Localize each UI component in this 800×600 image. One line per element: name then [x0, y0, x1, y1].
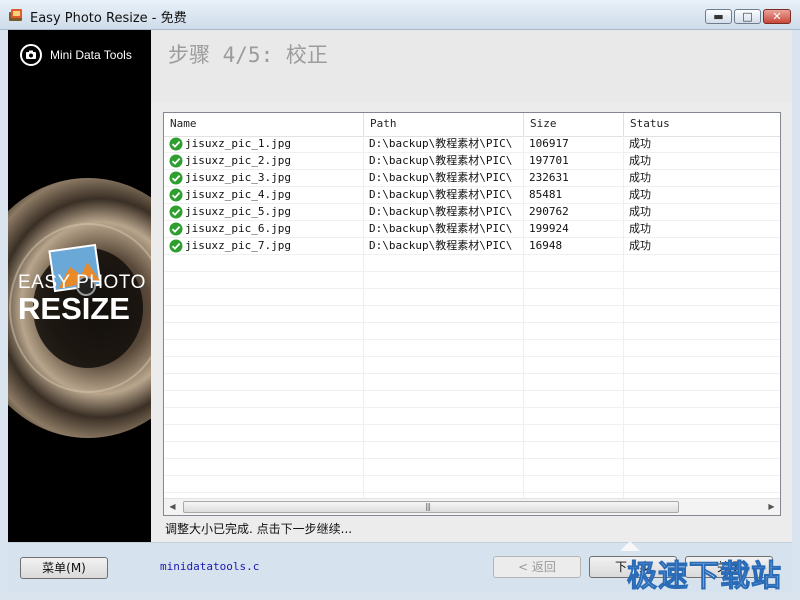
grip-icon: |||	[425, 502, 431, 511]
horizontal-scrollbar[interactable]: ◀ ||| ▶	[164, 498, 780, 515]
cell-size: 290762	[529, 205, 569, 218]
brand-panel: Mini Data Tools EASY PHOTO RESIZE	[8, 30, 151, 542]
cell-path: D:\backup\教程素材\PIC\	[369, 205, 513, 218]
cell-name: jisuxz_pic_6.jpg	[185, 222, 291, 235]
table-row[interactable]: jisuxz_pic_2.jpg D:\backup\教程素材\PIC\ 19770…	[164, 153, 780, 170]
empty-row	[164, 289, 780, 306]
table-row[interactable]: jisuxz_pic_5.jpg D:\backup\教程素材\PIC\ 29076…	[164, 204, 780, 221]
success-check-icon	[169, 222, 183, 236]
empty-row	[164, 272, 780, 289]
window-title: Easy Photo Resize - 免费	[30, 11, 187, 26]
column-header-name[interactable]: Name	[164, 113, 364, 136]
status-message: 调整大小已完成. 点击下一步继续...	[165, 522, 353, 536]
cell-name: jisuxz_pic_1.jpg	[185, 137, 291, 150]
cell-size: 106917	[529, 137, 569, 150]
empty-row	[164, 459, 780, 476]
scroll-left-icon[interactable]: ◀	[164, 499, 181, 515]
empty-row	[164, 476, 780, 493]
empty-row	[164, 374, 780, 391]
cell-size: 197701	[529, 154, 569, 167]
maximize-icon: □	[742, 10, 753, 23]
table-row[interactable]: jisuxz_pic_6.jpg D:\backup\教程素材\PIC\ 19992…	[164, 221, 780, 238]
cell-status: 成功	[629, 171, 651, 184]
title-bar: Easy Photo Resize - 免费 ▬ □ ✕	[0, 0, 800, 30]
cell-name: jisuxz_pic_5.jpg	[185, 205, 291, 218]
minimize-button[interactable]: ▬	[705, 9, 732, 24]
column-header-path[interactable]: Path	[364, 113, 524, 136]
table-row[interactable]: jisuxz_pic_1.jpg D:\backup\教程素材\PIC\ 10691…	[164, 136, 780, 153]
cell-path: D:\backup\教程素材\PIC\	[369, 222, 513, 235]
product-title: EASY PHOTO RESIZE	[18, 273, 146, 324]
success-check-icon	[169, 171, 183, 185]
cell-size: 85481	[529, 188, 563, 201]
table-row[interactable]: jisuxz_pic_7.jpg D:\backup\教程素材\PIC\ 16948…	[164, 238, 780, 255]
empty-row	[164, 255, 780, 272]
watermark: 极速下载站	[627, 559, 782, 595]
menu-button[interactable]: 菜单(M)	[20, 557, 108, 579]
scroll-right-icon[interactable]: ▶	[763, 499, 780, 515]
success-check-icon	[169, 154, 183, 168]
empty-row	[164, 357, 780, 374]
empty-row	[164, 391, 780, 408]
brand-logo: Mini Data Tools	[20, 43, 132, 67]
cell-name: jisuxz_pic_3.jpg	[185, 171, 291, 184]
success-check-icon	[169, 239, 183, 253]
step-header: 步骤 4/5: 校正	[151, 30, 792, 102]
table-header: Name Path Size Status	[164, 113, 780, 137]
table-row[interactable]: jisuxz_pic_4.jpg D:\backup\教程素材\PIC\ 85481…	[164, 187, 780, 204]
maximize-button[interactable]: □	[734, 9, 761, 24]
cell-path: D:\backup\教程素材\PIC\	[369, 171, 513, 184]
main-content: Name Path Size Status jisuxz_pic_1.jpg D:…	[151, 102, 792, 542]
cell-size: 16948	[529, 239, 563, 252]
success-check-icon	[169, 137, 183, 151]
empty-row	[164, 306, 780, 323]
camera-icon	[20, 44, 42, 66]
empty-row	[164, 442, 780, 459]
column-header-size[interactable]: Size	[524, 113, 624, 136]
results-table[interactable]: Name Path Size Status jisuxz_pic_1.jpg D:…	[163, 112, 781, 516]
product-title-line1: EASY PHOTO	[18, 272, 146, 293]
app-icon	[9, 9, 22, 21]
close-icon: ✕	[772, 10, 782, 23]
cell-status: 成功	[629, 154, 651, 167]
empty-row	[164, 408, 780, 425]
cell-path: D:\backup\教程素材\PIC\	[369, 239, 513, 252]
empty-row	[164, 425, 780, 442]
cell-status: 成功	[629, 239, 651, 252]
cell-size: 232631	[529, 171, 569, 184]
page-title: 步骤 4/5: 校正	[168, 43, 328, 67]
website-link[interactable]: minidatatools.c	[160, 560, 259, 573]
cell-path: D:\backup\教程素材\PIC\	[369, 137, 513, 150]
back-button[interactable]: < 返回	[493, 556, 581, 578]
scrollbar-thumb[interactable]: |||	[183, 501, 679, 513]
product-title-line2: RESIZE	[18, 291, 130, 326]
cell-name: jisuxz_pic_4.jpg	[185, 188, 291, 201]
cell-path: D:\backup\教程素材\PIC\	[369, 188, 513, 201]
close-window-button[interactable]: ✕	[763, 9, 791, 24]
minimize-icon: ▬	[713, 10, 724, 23]
cell-status: 成功	[629, 222, 651, 235]
cell-name: jisuxz_pic_7.jpg	[185, 239, 291, 252]
cell-name: jisuxz_pic_2.jpg	[185, 154, 291, 167]
cell-status: 成功	[629, 205, 651, 218]
table-body: jisuxz_pic_1.jpg D:\backup\教程素材\PIC\ 10691…	[164, 136, 780, 510]
cell-size: 199924	[529, 222, 569, 235]
empty-row	[164, 340, 780, 357]
table-row[interactable]: jisuxz_pic_3.jpg D:\backup\教程素材\PIC\ 23263…	[164, 170, 780, 187]
brand-name: Mini Data Tools	[50, 48, 132, 62]
cell-status: 成功	[629, 188, 651, 201]
empty-row	[164, 323, 780, 340]
cell-path: D:\backup\教程素材\PIC\	[369, 154, 513, 167]
success-check-icon	[169, 188, 183, 202]
column-header-status[interactable]: Status	[624, 113, 780, 136]
cell-status: 成功	[629, 137, 651, 150]
success-check-icon	[169, 205, 183, 219]
step-pointer	[620, 541, 640, 551]
